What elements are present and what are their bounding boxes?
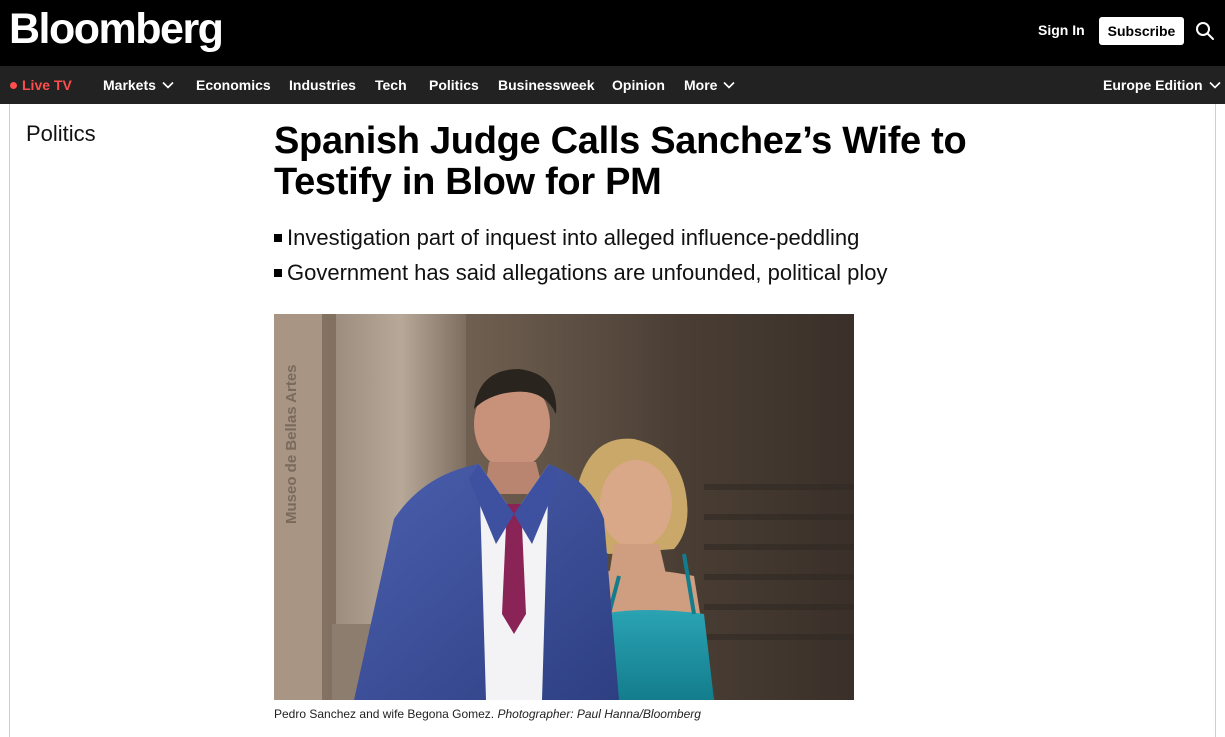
caption-text: Pedro Sanchez and wife Begona Gomez. (274, 707, 495, 721)
sign-in-link[interactable]: Sign In (1038, 22, 1085, 38)
summary-bullet: Government has said allegations are unfo… (274, 255, 1174, 290)
nav-markets[interactable]: Markets (103, 66, 174, 104)
nav-tech[interactable]: Tech (375, 66, 407, 104)
chevron-down-icon (162, 81, 174, 89)
photo-caption: Pedro Sanchez and wife Begona Gomez. Pho… (274, 707, 701, 721)
main-nav: Live TV Markets Economics Industries Tec… (0, 66, 1225, 104)
subscribe-button[interactable]: Subscribe (1099, 17, 1184, 45)
nav-more[interactable]: More (684, 66, 736, 104)
content-border-left (9, 104, 10, 737)
live-dot-icon (10, 81, 17, 89)
edition-selector[interactable]: Europe Edition (1103, 66, 1221, 104)
bloomberg-logo[interactable]: Bloomberg (9, 5, 224, 54)
photo-illustration: Museo de Bellas Artes (274, 314, 854, 700)
photo-credit: Photographer: Paul Hanna/Bloomberg (497, 707, 701, 721)
content-border-right (1215, 104, 1216, 737)
nav-markets-label: Markets (103, 77, 156, 93)
nav-industries[interactable]: Industries (289, 66, 356, 104)
nav-live-tv-label: Live TV (22, 77, 72, 93)
article-photo[interactable]: Museo de Bellas Artes (274, 314, 854, 700)
nav-politics[interactable]: Politics (429, 66, 479, 104)
nav-opinion[interactable]: Opinion (612, 66, 665, 104)
article-headline: Spanish Judge Calls Sanchez’s Wife to Te… (274, 120, 967, 203)
summary-bullet: Investigation part of inquest into alleg… (274, 220, 1174, 255)
section-label[interactable]: Politics (26, 121, 96, 147)
edition-label: Europe Edition (1103, 77, 1203, 93)
nav-businessweek[interactable]: Businessweek (498, 66, 595, 104)
search-icon[interactable] (1195, 21, 1215, 41)
nav-more-label: More (684, 77, 718, 93)
top-bar: Bloomberg Sign In Subscribe (0, 0, 1225, 66)
nav-economics[interactable]: Economics (196, 66, 271, 104)
chevron-down-icon (723, 81, 736, 89)
wall-lettering: Museo de Bellas Artes (283, 365, 300, 525)
chevron-down-icon (1208, 81, 1221, 89)
article-summary: Investigation part of inquest into alleg… (274, 220, 1174, 290)
nav-live-tv[interactable]: Live TV (10, 66, 72, 104)
